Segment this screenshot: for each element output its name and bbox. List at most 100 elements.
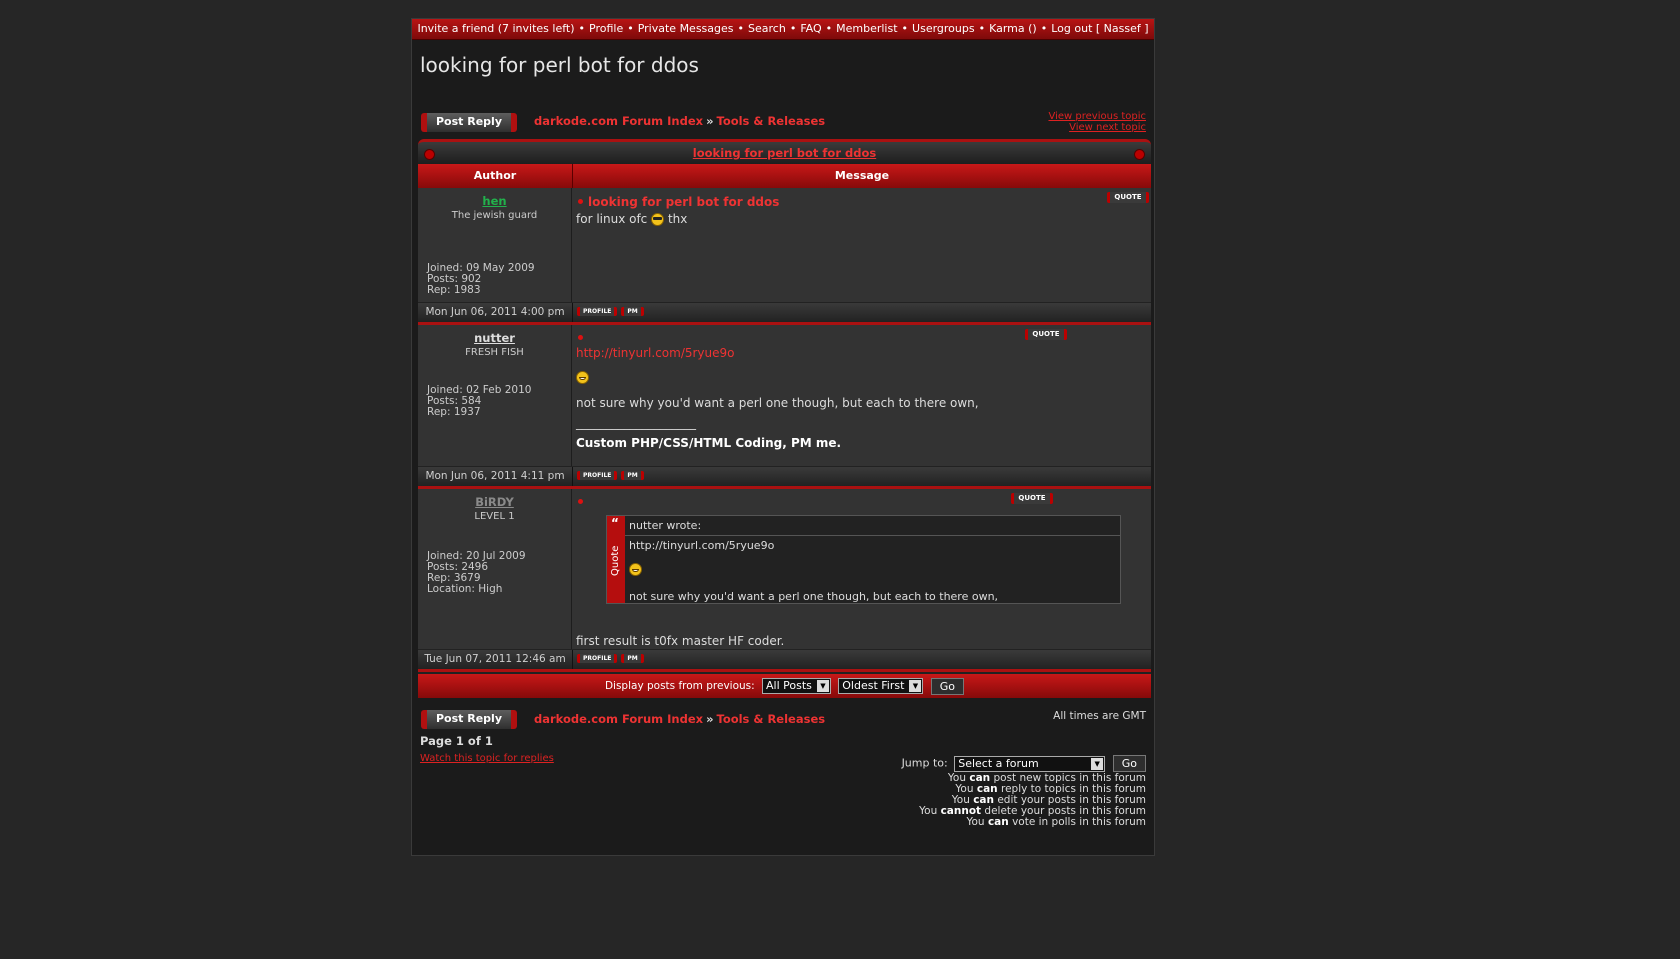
view-next-topic-link[interactable]: View next topic	[1048, 122, 1146, 133]
header-dot-icon	[1134, 149, 1145, 160]
post-row: BiRDY LEVEL 1 Joined: 20 Jul 2009 Posts:…	[418, 489, 1151, 650]
breadcrumb-arrow: »	[706, 114, 714, 128]
quote-text: http://tinyurl.com/5ryue9o not sure why …	[625, 536, 1120, 606]
post-author: BiRDY LEVEL 1 Joined: 20 Jul 2009 Posts:…	[418, 489, 572, 649]
post-reply-button[interactable]: Post Reply	[421, 710, 517, 729]
username-link[interactable]: hen	[427, 194, 562, 208]
post-body-end: thx	[667, 212, 688, 226]
permission-prefix: You	[919, 805, 938, 817]
quote-content: nutter wrote: http://tinyurl.com/5ryue9o…	[625, 516, 1120, 603]
pm-button[interactable]: PM	[621, 307, 644, 316]
post-footer: Mon Jun 06, 2011 4:11 pm PROFILE PM	[418, 467, 1151, 489]
jump-go-button[interactable]: Go	[1112, 755, 1146, 772]
pm-button[interactable]: PM	[621, 471, 644, 480]
jump-forum-select[interactable]: Select a forum ▼	[954, 755, 1106, 772]
post-author: nutter FRESH FISH Joined: 02 Feb 2010 Po…	[418, 325, 572, 466]
user-rep: Rep: 1937	[427, 406, 481, 418]
quote-button[interactable]: QUOTE	[1025, 329, 1067, 340]
quote-button[interactable]: QUOTE	[1107, 192, 1149, 203]
column-headers: Author Message	[418, 164, 1151, 188]
nav-faq[interactable]: FAQ	[800, 22, 821, 35]
post-body: first result is t0fx master HF coder.	[576, 634, 785, 648]
breadcrumb-tools-releases[interactable]: Tools & Releases	[717, 712, 826, 726]
profile-button[interactable]: PROFILE	[577, 471, 618, 480]
quote-mark-icon: “	[611, 516, 619, 530]
profile-button[interactable]: PROFILE	[577, 307, 618, 316]
post-date: Mon Jun 06, 2011 4:11 pm	[418, 467, 573, 486]
profile-button[interactable]: PROFILE	[577, 654, 618, 663]
sort-order-select[interactable]: Oldest First ▼	[838, 678, 924, 694]
username-link[interactable]: nutter	[427, 331, 562, 345]
column-author: Author	[418, 164, 573, 188]
nav-separator: •	[627, 22, 634, 35]
user-rank: FRESH FISH	[465, 347, 524, 358]
quote-button[interactable]: QUOTE	[1011, 493, 1053, 504]
nav-memberlist[interactable]: Memberlist	[836, 22, 897, 35]
post-body: not sure why you'd want a perl one thoug…	[576, 396, 979, 410]
chevron-down-icon: ▼	[909, 680, 922, 692]
user-rank: LEVEL 1	[474, 511, 515, 522]
nav-karma[interactable]: Karma ()	[989, 22, 1037, 35]
post-message: QUOTE looking for perl bot for ddos for …	[572, 188, 1151, 302]
post-footer: Tue Jun 07, 2011 12:46 am PROFILE PM	[418, 650, 1151, 672]
grin-smiley-icon	[576, 371, 589, 384]
post-date: Tue Jun 07, 2011 12:46 am	[418, 650, 573, 669]
chevron-down-icon: ▼	[816, 680, 829, 692]
topic-title-link[interactable]: looking for perl bot for ddos	[693, 146, 876, 160]
breadcrumb-forum-index[interactable]: darkode.com Forum Index	[534, 114, 703, 128]
post-author: hen The jewish guard Joined: 09 May 2009…	[418, 188, 572, 302]
sort-order-value: Oldest First	[842, 679, 905, 692]
breadcrumb-tools-releases[interactable]: Tools & Releases	[717, 114, 826, 128]
display-label: Display posts from previous:	[604, 680, 755, 692]
username-link[interactable]: BiRDY	[427, 495, 562, 509]
posts-table: looking for perl bot for ddos Author Mes…	[418, 139, 1151, 698]
nav-search[interactable]: Search	[748, 22, 786, 35]
topic-navigation-links: View previous topic View next topic	[1048, 111, 1146, 133]
forum-page: Invite a friend (7 invites left) • Profile…	[411, 18, 1155, 856]
post-date: Mon Jun 06, 2011 4:00 pm	[418, 303, 573, 322]
quote-link: http://tinyurl.com/5ryue9o	[629, 539, 775, 552]
pm-button[interactable]: PM	[621, 654, 644, 663]
jump-to: Jump to: Select a forum ▼ Go	[902, 755, 1146, 772]
breadcrumb-forum-index[interactable]: darkode.com Forum Index	[534, 712, 703, 726]
post-bullet-icon	[578, 335, 583, 340]
posts-period-select[interactable]: All Posts ▼	[762, 678, 831, 694]
nav-logout[interactable]: Log out [ Nassef ]	[1051, 22, 1148, 35]
watch-topic-link[interactable]: Watch this topic for replies	[420, 753, 554, 764]
page-title: looking for perl bot for ddos	[420, 53, 699, 77]
user-stats: Joined: 02 Feb 2010 Posts: 584 Rep: 1937	[427, 385, 531, 418]
user-stats: Joined: 20 Jul 2009 Posts: 2496 Rep: 367…	[427, 551, 526, 595]
permission-text: vote in polls in this forum	[1012, 816, 1146, 828]
post-message: QUOTE “ Quote nutter wrote: http://tinyu…	[572, 489, 1151, 649]
quote-body: not sure why you'd want a perl one thoug…	[629, 589, 999, 603]
nav-separator: •	[789, 22, 797, 35]
quote-author: nutter wrote:	[625, 516, 1120, 536]
nav-invite[interactable]: Invite a friend (7 invites left)	[417, 22, 574, 35]
page-info: Page 1 of 1	[420, 734, 493, 748]
post-bullet-icon	[578, 199, 583, 204]
permission-line: You can vote in polls in this forum	[919, 817, 1146, 828]
user-rank: The jewish guard	[451, 210, 538, 221]
permission-value: can	[987, 816, 1009, 828]
signature-divider: ____________________	[576, 416, 696, 430]
display-options-row: Display posts from previous: All Posts ▼ …	[418, 672, 1151, 698]
display-go-button[interactable]: Go	[930, 677, 965, 695]
nav-usergroups[interactable]: Usergroups	[912, 22, 975, 35]
column-message: Message	[834, 169, 890, 182]
post-body: for linux ofc	[576, 212, 648, 226]
nav-separator: •	[825, 22, 833, 35]
nav-separator: •	[737, 22, 745, 35]
view-previous-topic-link[interactable]: View previous topic	[1048, 111, 1146, 122]
forum-permissions: You can post new topics in this forum Yo…	[919, 773, 1146, 828]
post-link[interactable]: http://tinyurl.com/5ryue9o	[576, 346, 735, 360]
quote-sidebar: “ Quote	[607, 516, 625, 603]
table-header: looking for perl bot for ddos	[418, 139, 1151, 164]
quote-box: “ Quote nutter wrote: http://tinyurl.com…	[606, 515, 1121, 604]
user-rep: Rep: 1983	[427, 284, 481, 296]
header-dot-icon	[424, 149, 435, 160]
nav-profile[interactable]: Profile	[589, 22, 623, 35]
posts-period-value: All Posts	[766, 679, 812, 692]
nav-private-messages[interactable]: Private Messages	[638, 22, 734, 35]
watch-topic: Watch this topic for replies	[420, 753, 554, 764]
post-reply-button[interactable]: Post Reply	[421, 113, 517, 132]
